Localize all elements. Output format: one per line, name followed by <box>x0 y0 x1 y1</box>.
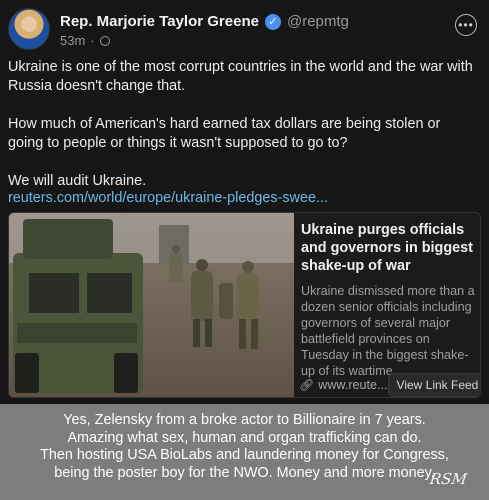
article-title[interactable]: Ukraine purges officials and governors i… <box>301 221 477 275</box>
post-paragraph: Ukraine is one of the most corrupt count… <box>8 59 473 94</box>
link-icon: 🔗︎ <box>299 378 315 392</box>
signature: RSM <box>428 470 469 488</box>
link-preview-card[interactable]: Ukraine purges officials and governors i… <box>8 212 481 398</box>
domain-text: www.reute... <box>318 378 388 392</box>
verified-badge-icon: ✓ <box>264 13 281 30</box>
more-options-icon[interactable]: ••• <box>455 14 477 36</box>
meme-caption-box: Yes, Zelensky from a broke actor to Bill… <box>0 404 489 500</box>
post-link[interactable]: reuters.com/world/europe/ukraine-pledges… <box>8 190 328 206</box>
post-card: Rep. Marjorie Taylor Greene ✓ @repmtg 53… <box>0 0 489 404</box>
caption-line: being the poster boy for the NWO. Money … <box>54 464 435 481</box>
post-timestamp: 53m <box>60 33 86 48</box>
post-meta: 53m · <box>60 33 110 48</box>
view-link-feed-button[interactable]: View Link Feed <box>387 373 480 397</box>
post-header: Rep. Marjorie Taylor Greene ✓ @repmtg 53… <box>8 8 481 52</box>
author-handle[interactable]: @repmtg <box>287 13 349 30</box>
globe-icon <box>99 35 110 46</box>
post-paragraph: How much of American's hard earned tax d… <box>8 116 441 151</box>
article-domain[interactable]: 🔗︎ www.reute... <box>299 378 388 392</box>
avatar[interactable] <box>8 8 50 50</box>
caption-line: Amazing what sex, human and organ traffi… <box>67 429 422 446</box>
caption-text: Yes, Zelensky from a broke actor to Bill… <box>0 412 489 482</box>
post-paragraph: We will audit Ukraine. <box>8 173 147 189</box>
separator-dot: · <box>90 33 95 48</box>
article-photo-illustration <box>9 213 294 397</box>
card-footer: 🔗︎ www.reute... View Link Feed <box>299 373 480 397</box>
article-image[interactable] <box>9 213 294 397</box>
author-row: Rep. Marjorie Taylor Greene ✓ @repmtg <box>60 13 349 30</box>
caption-line: Then hosting USA BioLabs and laundering … <box>40 447 449 463</box>
post-body: Ukraine is one of the most corrupt count… <box>8 58 478 210</box>
caption-line: Yes, Zelensky from a broke actor to Bill… <box>63 412 426 428</box>
author-name[interactable]: Rep. Marjorie Taylor Greene <box>60 13 259 30</box>
article-description: Ukraine dismissed more than a dozen seni… <box>301 284 475 378</box>
card-text: Ukraine purges officials and governors i… <box>301 221 477 379</box>
